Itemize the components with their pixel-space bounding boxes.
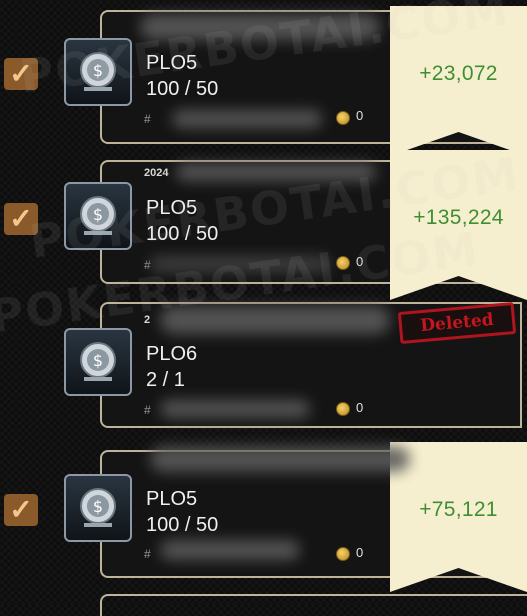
hand-date: 2 — [144, 314, 151, 326]
coin-count: 0 — [356, 400, 364, 415]
coin-count: 0 — [356, 254, 364, 269]
poker-chip-icon: $ — [64, 474, 132, 542]
coin-icon — [336, 111, 350, 125]
svg-text:$: $ — [93, 61, 103, 80]
redaction — [172, 110, 322, 128]
redaction — [176, 163, 376, 181]
game-type: PLO5 — [146, 52, 198, 74]
result-value: +75,121 — [419, 498, 498, 521]
stakes: 100 / 50 — [146, 78, 219, 100]
redaction — [150, 446, 410, 472]
coin-icon — [336, 402, 350, 416]
table-id: # — [144, 112, 151, 126]
svg-text:$: $ — [93, 497, 103, 516]
poker-chip-icon: $ — [64, 38, 132, 106]
svg-text:$: $ — [93, 351, 103, 370]
poker-chip-icon: $ — [64, 328, 132, 396]
hand-card[interactable] — [100, 594, 527, 616]
game-type: PLO5 — [146, 197, 198, 219]
table-id: # — [144, 403, 151, 417]
coin-icon — [336, 256, 350, 270]
game-type: PLO5 — [146, 488, 198, 510]
coin-count: 0 — [356, 108, 364, 123]
stakes: 2 / 1 — [146, 369, 185, 391]
checkmark-icon[interactable]: ✓ — [4, 203, 38, 235]
coin-icon — [336, 547, 350, 561]
redaction — [140, 14, 380, 40]
stakes: 100 / 50 — [146, 514, 219, 536]
checkmark-icon[interactable]: ✓ — [4, 58, 38, 90]
redaction — [160, 540, 300, 560]
table-id: # — [144, 547, 151, 561]
redaction — [160, 400, 310, 418]
coin-count: 0 — [356, 545, 364, 560]
stakes: 100 / 50 — [146, 223, 219, 245]
svg-text:$: $ — [93, 205, 103, 224]
game-type: PLO6 — [146, 343, 198, 365]
redaction — [160, 306, 390, 334]
hand-date: 2024 — [144, 167, 169, 179]
result-value: +23,072 — [419, 62, 498, 85]
result-value: +135,224 — [413, 206, 504, 229]
poker-chip-icon: $ — [64, 182, 132, 250]
checkmark-icon[interactable]: ✓ — [4, 494, 38, 526]
redaction — [150, 256, 330, 272]
